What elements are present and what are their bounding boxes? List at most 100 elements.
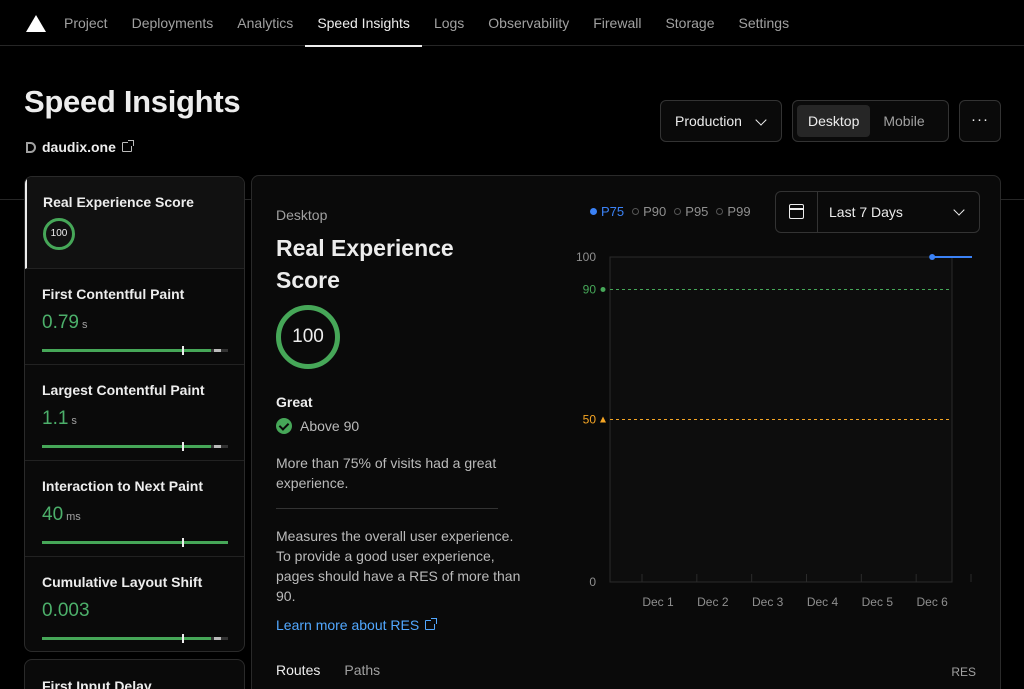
metric-title: Largest Contentful Paint xyxy=(42,382,205,398)
distribution-bar xyxy=(42,346,228,355)
bottom-tabs: Routes Paths xyxy=(276,662,380,678)
environment-select[interactable]: Production xyxy=(660,100,782,142)
domain-favicon-icon xyxy=(26,141,36,153)
metric-unit: s xyxy=(71,415,77,427)
good-segment xyxy=(42,445,212,448)
p75-marker xyxy=(181,538,184,547)
good-segment xyxy=(42,541,228,544)
x-tick-label: Dec 5 xyxy=(862,595,894,609)
metric-card-cumulative-layout-shift[interactable]: Cumulative Layout Shift 0.003 xyxy=(25,557,244,651)
good-segment xyxy=(42,637,212,640)
x-tick-label: Dec 4 xyxy=(807,595,839,609)
domain-label: daudix.one xyxy=(42,139,116,155)
chevron-down-icon xyxy=(953,204,965,216)
metric-card-first-input-delay[interactable]: First Input Delay xyxy=(24,659,245,689)
metric-value-row: 40 ms xyxy=(42,504,227,526)
vercel-logo-icon[interactable] xyxy=(26,15,46,32)
metric-unit: ms xyxy=(66,511,81,523)
metric-value-row: 1.1 s xyxy=(42,408,227,430)
metric-value: 1.1 xyxy=(42,408,69,429)
tab-firewall[interactable]: Firewall xyxy=(581,0,653,46)
page-title: Speed Insights xyxy=(24,84,241,119)
calendar-button[interactable] xyxy=(776,192,818,232)
p75-marker xyxy=(181,346,184,355)
threshold-marker xyxy=(600,416,606,423)
tab-project[interactable]: Project xyxy=(52,0,120,46)
y-tick-label: 90 xyxy=(583,283,597,297)
needs-improvement-segment xyxy=(214,349,222,352)
metric-card-largest-contentful-paint[interactable]: Largest Contentful Paint 1.1 s xyxy=(25,365,244,461)
percentile-selector: P75 P90 P95 P99 xyxy=(590,204,751,219)
tab-logs[interactable]: Logs xyxy=(422,0,476,46)
metric-card-first-contentful-paint[interactable]: First Contentful Paint 0.79 s xyxy=(25,269,244,365)
percentile-p95[interactable]: P95 xyxy=(674,204,708,219)
external-link-icon xyxy=(121,140,134,152)
learn-more-label: Learn more about RES xyxy=(276,617,420,633)
device-toggle: Desktop Mobile xyxy=(792,100,949,142)
radio-dot-icon xyxy=(632,208,640,215)
metric-value: 0.003 xyxy=(42,600,90,621)
percentile-p90[interactable]: P90 xyxy=(632,204,666,219)
percentile-label: P90 xyxy=(643,204,667,219)
tab-deployments[interactable]: Deployments xyxy=(120,0,226,46)
percentile-p75[interactable]: P75 xyxy=(590,204,624,219)
metric-card-real-experience-score[interactable]: Real Experience Score 100 xyxy=(25,177,244,269)
more-options-button[interactable]: ··· xyxy=(959,100,1001,142)
x-tick-label: Dec 2 xyxy=(697,595,729,609)
tab-paths[interactable]: Paths xyxy=(344,662,380,678)
needs-improvement-segment xyxy=(214,637,222,640)
data-point xyxy=(929,254,936,260)
tab-settings[interactable]: Settings xyxy=(727,0,802,46)
device-desktop-button[interactable]: Desktop xyxy=(797,105,871,137)
metric-card-interaction-to-next-paint[interactable]: Interaction to Next Paint 40 ms xyxy=(25,461,244,557)
metrics-list: Real Experience Score 100 First Contentful… xyxy=(24,176,245,652)
distribution-bar xyxy=(42,538,228,547)
domain-link[interactable]: daudix.one xyxy=(26,139,134,155)
metric-title: Real Experience Score xyxy=(43,194,194,210)
x-tick-label: Dec 7 xyxy=(971,595,972,609)
threshold-label: Above 90 xyxy=(300,418,360,434)
check-circle-icon xyxy=(276,418,292,434)
tab-speed-insights[interactable]: Speed Insights xyxy=(305,0,422,47)
date-range-select[interactable]: Last 7 Days xyxy=(775,191,980,233)
good-segment xyxy=(42,349,212,352)
threshold-marker xyxy=(600,287,606,292)
x-tick-label: Dec 3 xyxy=(752,595,784,609)
tab-analytics[interactable]: Analytics xyxy=(225,0,305,46)
tab-routes[interactable]: Routes xyxy=(276,662,320,678)
x-tick-label: Dec 1 xyxy=(642,595,674,609)
percentile-label: P95 xyxy=(685,204,709,219)
metric-title: First Input Delay xyxy=(42,678,152,689)
environment-label: Production xyxy=(675,113,742,129)
y-tick-label: 50 xyxy=(583,413,597,427)
percentile-p99[interactable]: P99 xyxy=(716,204,751,219)
res-chart: 0 50 90 100 Dec 1 Dec 2 Dec 3 Dec 4 Dec 5 Dec 6 De… xyxy=(576,250,972,609)
metric-value-row: 0.003 xyxy=(42,600,227,622)
description-text: Measures the overall user experience. To… xyxy=(276,528,521,604)
radio-dot-icon xyxy=(716,208,724,215)
tab-observability[interactable]: Observability xyxy=(476,0,581,46)
chevron-down-icon xyxy=(755,114,767,126)
needs-improvement-segment xyxy=(214,445,222,448)
score-ring: 100 xyxy=(276,305,340,369)
calendar-icon xyxy=(789,204,804,219)
metric-value: 40 xyxy=(42,504,64,525)
percentile-label: P99 xyxy=(727,204,751,219)
summary-text: More than 75% of visits had a great expe… xyxy=(276,455,497,491)
divider xyxy=(276,508,498,509)
percentile-label: P75 xyxy=(601,204,625,219)
res-column-header: RES xyxy=(951,665,976,679)
learn-more-link[interactable]: Learn more about RES xyxy=(276,617,438,633)
device-mobile-button[interactable]: Mobile xyxy=(872,105,935,137)
metric-value: 0.79 xyxy=(42,312,79,333)
top-nav: Project Deployments Analytics Speed Insight… xyxy=(0,0,1024,47)
tab-storage[interactable]: Storage xyxy=(653,0,726,46)
date-range-label: Last 7 Days xyxy=(829,204,903,220)
detail-device-label: Desktop xyxy=(276,207,328,223)
radio-dot-icon xyxy=(590,208,597,215)
y-tick-label: 100 xyxy=(576,250,596,264)
nav-tabs: Project Deployments Analytics Speed Insight… xyxy=(52,0,802,47)
detail-title: Real Experience Score xyxy=(276,235,454,293)
metric-title: Interaction to Next Paint xyxy=(42,478,204,494)
metric-unit: s xyxy=(81,319,88,331)
